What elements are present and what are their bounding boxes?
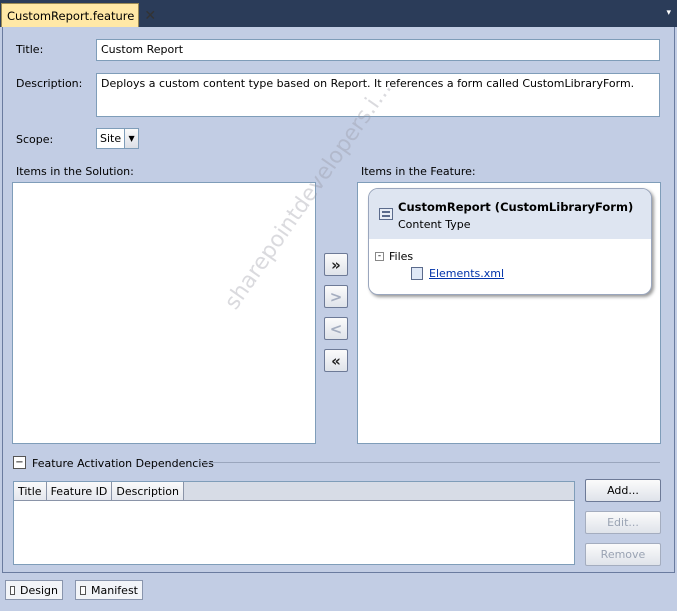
column-description[interactable]: Description (112, 482, 185, 500)
xml-file-icon (411, 267, 423, 280)
dependencies-table-header: Title Feature ID Description (14, 482, 574, 501)
tab-design[interactable]: Design (5, 580, 63, 600)
document-tab[interactable]: CustomReport.feature ✕ (1, 3, 156, 27)
chevron-down-icon[interactable]: ▼ (124, 129, 138, 148)
manifest-icon (80, 585, 87, 595)
add-dependency-button[interactable]: Add... (585, 479, 661, 502)
add-button[interactable]: > (324, 285, 348, 308)
edit-dependency-button[interactable]: Edit... (585, 511, 661, 534)
collapse-dependencies-icon[interactable]: − (13, 456, 26, 469)
feature-item-card[interactable]: CustomReport (CustomLibraryForm) Content… (368, 188, 652, 295)
tab-manifest[interactable]: Manifest (75, 580, 143, 600)
collapse-icon[interactable]: - (375, 252, 384, 261)
tab-design-label: Design (20, 583, 58, 597)
dependencies-table[interactable]: Title Feature ID Description (13, 481, 575, 565)
scope-value: Site (100, 132, 122, 145)
description-label: Description: (16, 77, 83, 90)
design-icon (10, 585, 16, 595)
remove-dependency-button[interactable]: Remove (585, 543, 661, 566)
feature-items-label: Items in the Feature: (361, 165, 476, 178)
title-label: Title: (16, 43, 44, 56)
document-tab-strip: CustomReport.feature ✕ ▾ (0, 0, 677, 27)
document-tab-title: CustomReport.feature (7, 8, 135, 23)
elements-xml-link[interactable]: Elements.xml (429, 267, 504, 280)
remove-all-button[interactable]: « (324, 349, 348, 372)
feature-items-list[interactable]: CustomReport (CustomLibraryForm) Content… (357, 182, 661, 444)
remove-button[interactable]: < (324, 317, 348, 340)
column-feature-id[interactable]: Feature ID (46, 482, 113, 500)
scope-select[interactable]: Site ▼ (96, 128, 139, 149)
files-label: Files (389, 250, 414, 263)
content-type-icon (379, 208, 393, 220)
add-all-button[interactable]: » (324, 253, 348, 276)
feature-item-subtitle: Content Type (398, 218, 471, 231)
scope-label: Scope: (16, 133, 54, 146)
column-title[interactable]: Title (14, 482, 47, 500)
tab-menu-dropdown-icon[interactable]: ▾ (666, 8, 671, 18)
tab-manifest-label: Manifest (91, 583, 138, 597)
solution-items-label: Items in the Solution: (16, 165, 134, 178)
feature-item-title: CustomReport (CustomLibraryForm) (398, 200, 634, 214)
solution-items-list[interactable] (12, 182, 316, 444)
dependencies-divider (200, 462, 660, 463)
title-input[interactable]: Custom Report (96, 39, 660, 61)
feature-item-card-header (369, 189, 651, 239)
close-icon[interactable]: ✕ (144, 8, 156, 24)
dependencies-header: Feature Activation Dependencies (32, 457, 214, 470)
